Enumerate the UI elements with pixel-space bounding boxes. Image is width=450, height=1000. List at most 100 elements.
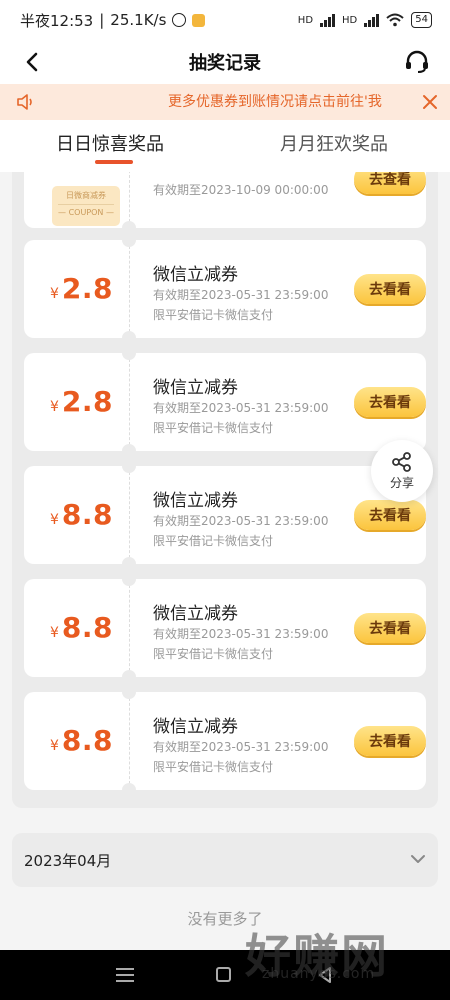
amount-value: 8.8 [61, 724, 114, 757]
coupon-card-left: ¥8.8 [24, 692, 128, 790]
coupon-thumb-title: 日微商减券 [66, 191, 106, 200]
coupon-card-left: 日微商减券 — COUPON — [24, 172, 128, 228]
coupon-notch [122, 221, 136, 228]
status-divider: | [99, 11, 105, 29]
tab-daily-prizes[interactable]: 日日惊喜奖品 [56, 130, 164, 156]
amount-value: 8.8 [61, 611, 114, 644]
page-title: 抽奖记录 [189, 53, 261, 74]
customer-service-button[interactable] [402, 48, 432, 76]
coupon-card-left: ¥8.8 [24, 579, 128, 677]
coupon-card: ¥8.8 微信立减券有效期至2023-05-31 23:59:00 限平安借记卡微信… [24, 579, 426, 677]
view-coupon-button[interactable]: 去看看 [354, 387, 426, 417]
wifi-icon [386, 13, 404, 27]
month-section-2023-04[interactable]: 2023年04月 [12, 833, 438, 887]
coupon-title: 微信立减券 [153, 265, 238, 285]
prize-tabs: 日日惊喜奖品 月月狂欢奖品 [0, 120, 450, 172]
month-label: 2023年04月 [24, 852, 112, 870]
home-icon[interactable] [216, 967, 231, 982]
share-button[interactable]: 分享 [371, 440, 433, 502]
battery-icon: 54 [411, 12, 432, 28]
coupon-expiry: 有效期至2023-10-09 00:00:00 [153, 183, 329, 197]
coupon-notch [122, 783, 136, 790]
currency-symbol: ¥ [50, 399, 59, 415]
network-hd-label-2: HD [342, 14, 358, 26]
watermark-url: zhuanyes.com [262, 966, 376, 982]
amount-value: 2.8 [61, 272, 114, 305]
notice-bar: 更多优惠券到账情况请点击前往'我 [0, 84, 450, 120]
coupon-expiry: 有效期至2023-05-31 23:59:00 [153, 514, 329, 528]
coupon-limit: 限平安借记卡微信支付 [153, 647, 274, 661]
status-speed: 25.1K/s [110, 11, 167, 29]
network-hd-label-1: HD [297, 14, 314, 26]
coupon-list-panel: 日微商减券 — COUPON — 有效期至2023-10-09 00:00:00… [12, 172, 438, 808]
coupon-notch [122, 331, 136, 338]
speaker-icon [17, 94, 32, 110]
status-bar: 半夜12:53 | 25.1K/s HD HD 54 [0, 0, 450, 40]
currency-symbol: ¥ [50, 738, 59, 754]
coupon-card: ¥2.8 微信立减券有效期至2023-05-31 23:59:00 限平安借记卡微信… [24, 240, 426, 338]
coupon-notch [122, 557, 136, 564]
coupon-divider [129, 172, 130, 222]
back-button[interactable] [18, 48, 46, 76]
headset-icon [406, 50, 428, 73]
coupon-amount: ¥2.8 [50, 385, 113, 418]
share-label: 分享 [389, 475, 414, 490]
signal-icon-2 [364, 13, 380, 27]
recent-apps-icon[interactable] [116, 968, 134, 982]
coupon-divider [129, 698, 130, 784]
amount-value: 8.8 [61, 498, 114, 531]
view-coupon-button[interactable]: 去看看 [354, 274, 426, 304]
status-right: HD HD 54 [298, 12, 432, 28]
tab-monthly-prizes[interactable]: 月月狂欢奖品 [280, 130, 388, 156]
coupon-limit: 限平安借记卡微信支付 [153, 534, 274, 548]
close-icon[interactable] [420, 92, 440, 112]
back-arrow-icon [26, 52, 38, 72]
coupon-amount: ¥8.8 [50, 498, 113, 531]
coupon-limit: 限平安借记卡微信支付 [153, 760, 274, 774]
coupon-card: ¥2.8 微信立减券有效期至2023-05-31 23:59:00 限平安借记卡微信… [24, 353, 426, 451]
coupon-card: ¥8.8 微信立减券有效期至2023-05-31 23:59:00 限平安借记卡微信… [24, 692, 426, 790]
coupon-card: ¥8.8 微信立减券有效期至2023-05-31 23:59:00 限平安借记卡微信… [24, 466, 426, 564]
view-coupon-button[interactable]: 去看看 [354, 613, 426, 643]
notice-text[interactable]: 更多优惠券到账情况请点击前往'我 [168, 84, 408, 120]
coupon-divider [129, 359, 130, 445]
app-notification-icon [192, 13, 206, 27]
currency-symbol: ¥ [50, 625, 59, 641]
coupon-divider [129, 246, 130, 332]
coupon-card-left: ¥2.8 [24, 240, 128, 338]
tab-active-indicator [95, 160, 133, 164]
coupon-card-left: ¥2.8 [24, 353, 128, 451]
coupon-expiry: 有效期至2023-05-31 23:59:00 [153, 401, 329, 415]
amount-value: 2.8 [61, 385, 114, 418]
coupon-expiry: 有效期至2023-05-31 23:59:00 [153, 627, 329, 641]
coupon-divider [129, 585, 130, 671]
coupon-title: 微信立减券 [153, 604, 238, 624]
coupon-title: 微信立减券 [153, 378, 238, 398]
view-coupon-button[interactable]: 去查看 [354, 172, 426, 194]
coupon-thumb-line [58, 204, 114, 205]
coupon-title: 微信立减券 [153, 717, 238, 737]
coupon-card-left: ¥8.8 [24, 466, 128, 564]
coupon-card-partial: 日微商减券 — COUPON — 有效期至2023-10-09 00:00:00… [24, 172, 426, 228]
signal-icon-1 [320, 13, 336, 27]
coupon-amount: ¥2.8 [50, 272, 113, 305]
coupon-expiry: 有效期至2023-05-31 23:59:00 [153, 288, 329, 302]
status-left: 半夜12:53 | 25.1K/s [20, 10, 206, 31]
coupon-divider [129, 472, 130, 558]
coupon-notch [122, 444, 136, 451]
coupon-expiry: 有效期至2023-05-31 23:59:00 [153, 740, 329, 754]
share-icon [392, 451, 411, 472]
currency-symbol: ¥ [50, 512, 59, 528]
coupon-title: 微信立减券 [153, 491, 238, 511]
alarm-icon [172, 13, 187, 27]
coupon-thumbnail: 日微商减券 — COUPON — [52, 186, 120, 226]
view-coupon-button[interactable]: 去看看 [354, 726, 426, 756]
chevron-down-icon [411, 855, 425, 863]
coupon-limit: 限平安借记卡微信支付 [153, 308, 274, 322]
coupon-limit: 限平安借记卡微信支付 [153, 421, 274, 435]
nav-bar: 抽奖记录 [0, 40, 450, 84]
view-coupon-button[interactable]: 去看看 [354, 500, 426, 530]
coupon-thumb-sub: — COUPON — [58, 208, 114, 217]
coupon-amount: ¥8.8 [50, 724, 113, 757]
coupon-amount: ¥8.8 [50, 611, 113, 644]
